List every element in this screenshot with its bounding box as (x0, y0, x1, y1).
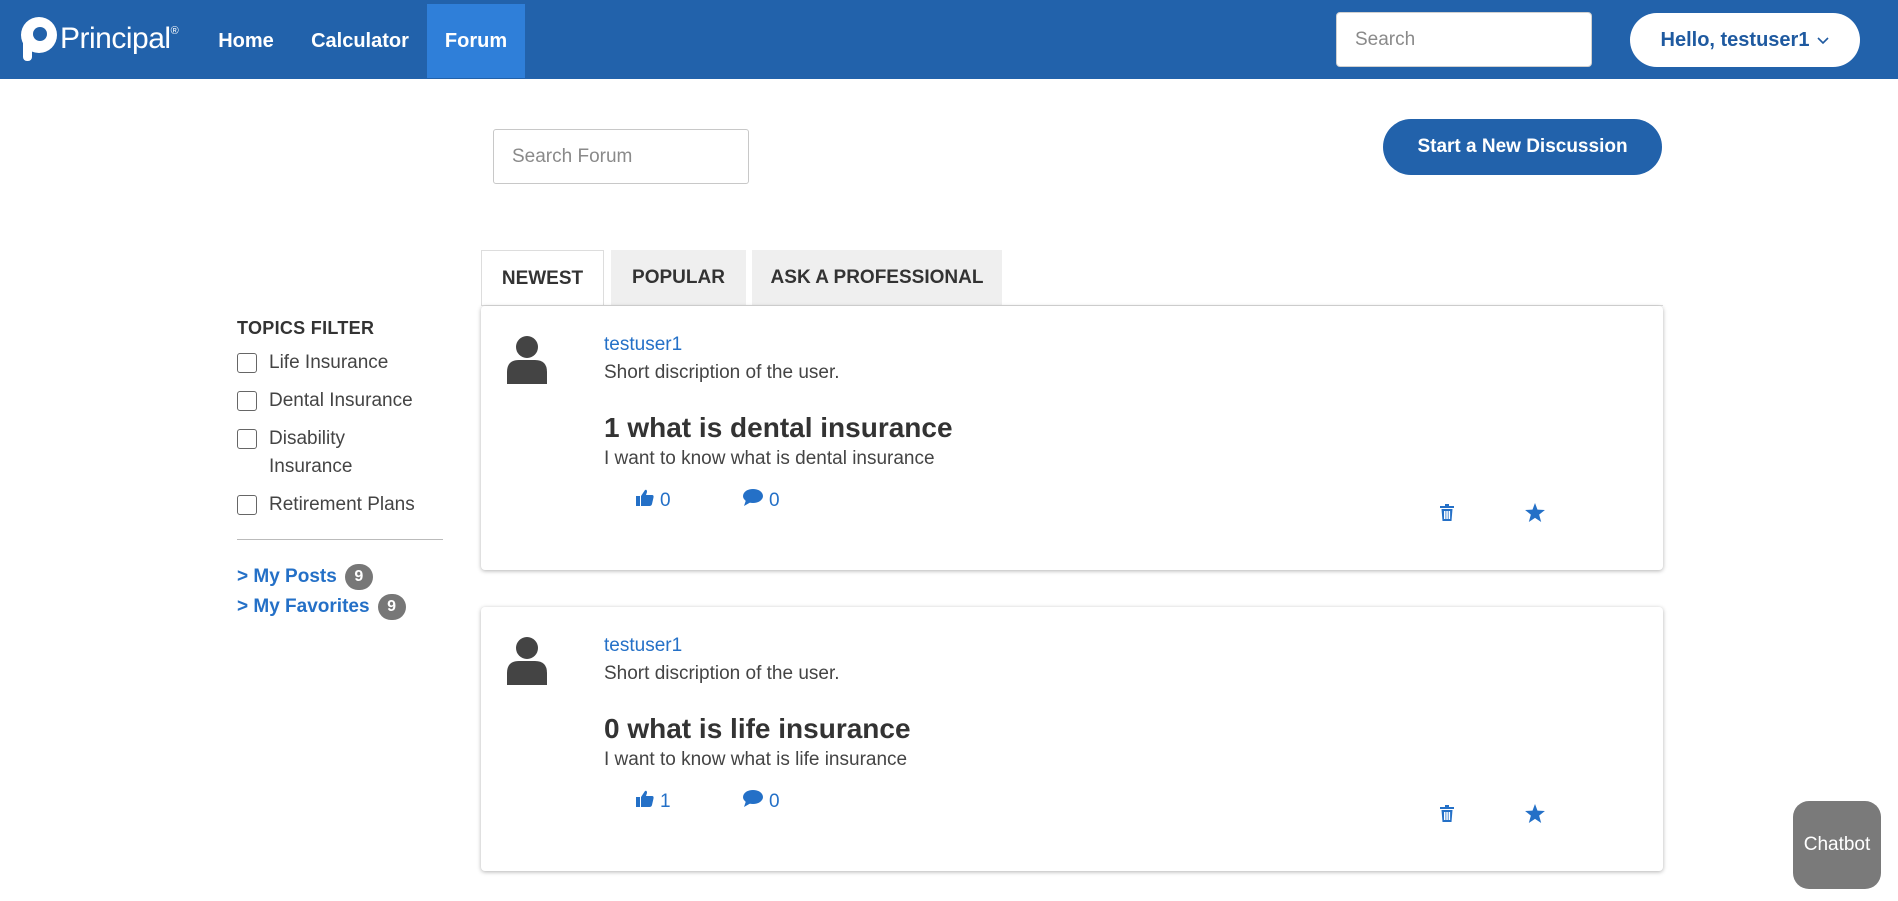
filter-divider (237, 539, 443, 540)
filter-item-disability-insurance[interactable]: Disability Insurance (237, 425, 443, 481)
start-new-discussion-button[interactable]: Start a New Discussion (1383, 119, 1662, 175)
brand-logo[interactable]: Principal ® (20, 16, 179, 62)
comment-button[interactable]: 0 (743, 489, 780, 512)
user-avatar-icon (505, 334, 549, 384)
topics-filter-title: TOPICS FILTER (237, 318, 375, 338)
like-count: 0 (660, 489, 671, 511)
brand-name: Principal (60, 22, 171, 55)
chatbot-button[interactable]: Chatbot (1793, 801, 1881, 889)
nav-forum[interactable]: Forum (427, 4, 525, 78)
user-avatar-icon (505, 635, 549, 685)
thumbs-up-icon (636, 489, 660, 512)
post-card: testuser1 Short discription of the user.… (481, 607, 1663, 871)
post-title[interactable]: 1 what is dental insurance (604, 412, 953, 444)
filter-item-label: Dental Insurance (269, 390, 413, 411)
like-button[interactable]: 0 (636, 489, 671, 512)
my-posts-link[interactable]: > My Posts 9 (237, 564, 443, 590)
comment-count: 0 (769, 790, 780, 812)
trash-icon[interactable] (1437, 803, 1457, 823)
tab-popular[interactable]: POPULAR (611, 250, 746, 306)
comment-icon (743, 790, 769, 813)
user-menu-button[interactable]: Hello, testuser1 (1630, 13, 1860, 67)
filter-checkbox[interactable] (237, 391, 257, 411)
tab-ask-a-professional[interactable]: ASK A PROFESSIONAL (752, 250, 1002, 306)
my-posts-label: > My Posts (237, 566, 337, 587)
post-author-link[interactable]: testuser1 (604, 635, 682, 657)
brand-registered-mark: ® (170, 25, 179, 37)
filter-item-label: Life Insurance (269, 352, 389, 373)
principal-logo-icon (20, 16, 58, 62)
filter-item-dental-insurance[interactable]: Dental Insurance (237, 387, 443, 415)
star-icon[interactable] (1525, 502, 1545, 522)
thumbs-up-icon (636, 790, 660, 813)
post-card: testuser1 Short discription of the user.… (481, 306, 1663, 570)
post-author-link[interactable]: testuser1 (604, 334, 682, 356)
comment-button[interactable]: 0 (743, 790, 780, 813)
post-title[interactable]: 0 what is life insurance (604, 713, 911, 745)
post-author-description: Short discription of the user. (604, 663, 840, 684)
topics-filter: TOPICS FILTER Life Insurance Dental Insu… (237, 318, 443, 620)
user-greeting: Hello, testuser1 (1660, 28, 1810, 51)
filter-item-retirement-plans[interactable]: Retirement Plans (237, 491, 443, 519)
my-favorites-label: > My Favorites (237, 596, 370, 617)
my-posts-count-badge: 9 (344, 564, 373, 590)
filter-checkbox[interactable] (237, 495, 257, 515)
filter-checkbox[interactable] (237, 429, 257, 449)
post-body: I want to know what is life insurance (604, 749, 908, 770)
filter-checkbox[interactable] (237, 353, 257, 373)
site-search-input[interactable] (1336, 12, 1592, 67)
top-navbar: Principal® Home Calculator Forum Hello, … (0, 0, 1898, 79)
comment-count: 0 (769, 489, 780, 511)
comment-icon (743, 489, 769, 512)
filter-item-label: Retirement Plans (269, 494, 415, 515)
trash-icon[interactable] (1437, 502, 1457, 522)
my-favorites-count-badge: 9 (377, 594, 406, 620)
my-favorites-link[interactable]: > My Favorites 9 (237, 594, 443, 620)
like-count: 1 (660, 790, 671, 812)
forum-search-input[interactable] (493, 129, 749, 184)
nav-home[interactable]: Home (205, 4, 287, 78)
nav-calculator[interactable]: Calculator (300, 4, 420, 78)
post-author-description: Short discription of the user. (604, 362, 840, 383)
filter-item-label: Disability Insurance (269, 428, 353, 477)
chevron-down-icon (1817, 32, 1830, 48)
like-button[interactable]: 1 (636, 790, 671, 813)
post-body: I want to know what is dental insurance (604, 448, 935, 469)
tab-newest[interactable]: NEWEST (481, 250, 604, 306)
filter-item-life-insurance[interactable]: Life Insurance (237, 349, 443, 377)
star-icon[interactable] (1525, 803, 1545, 823)
